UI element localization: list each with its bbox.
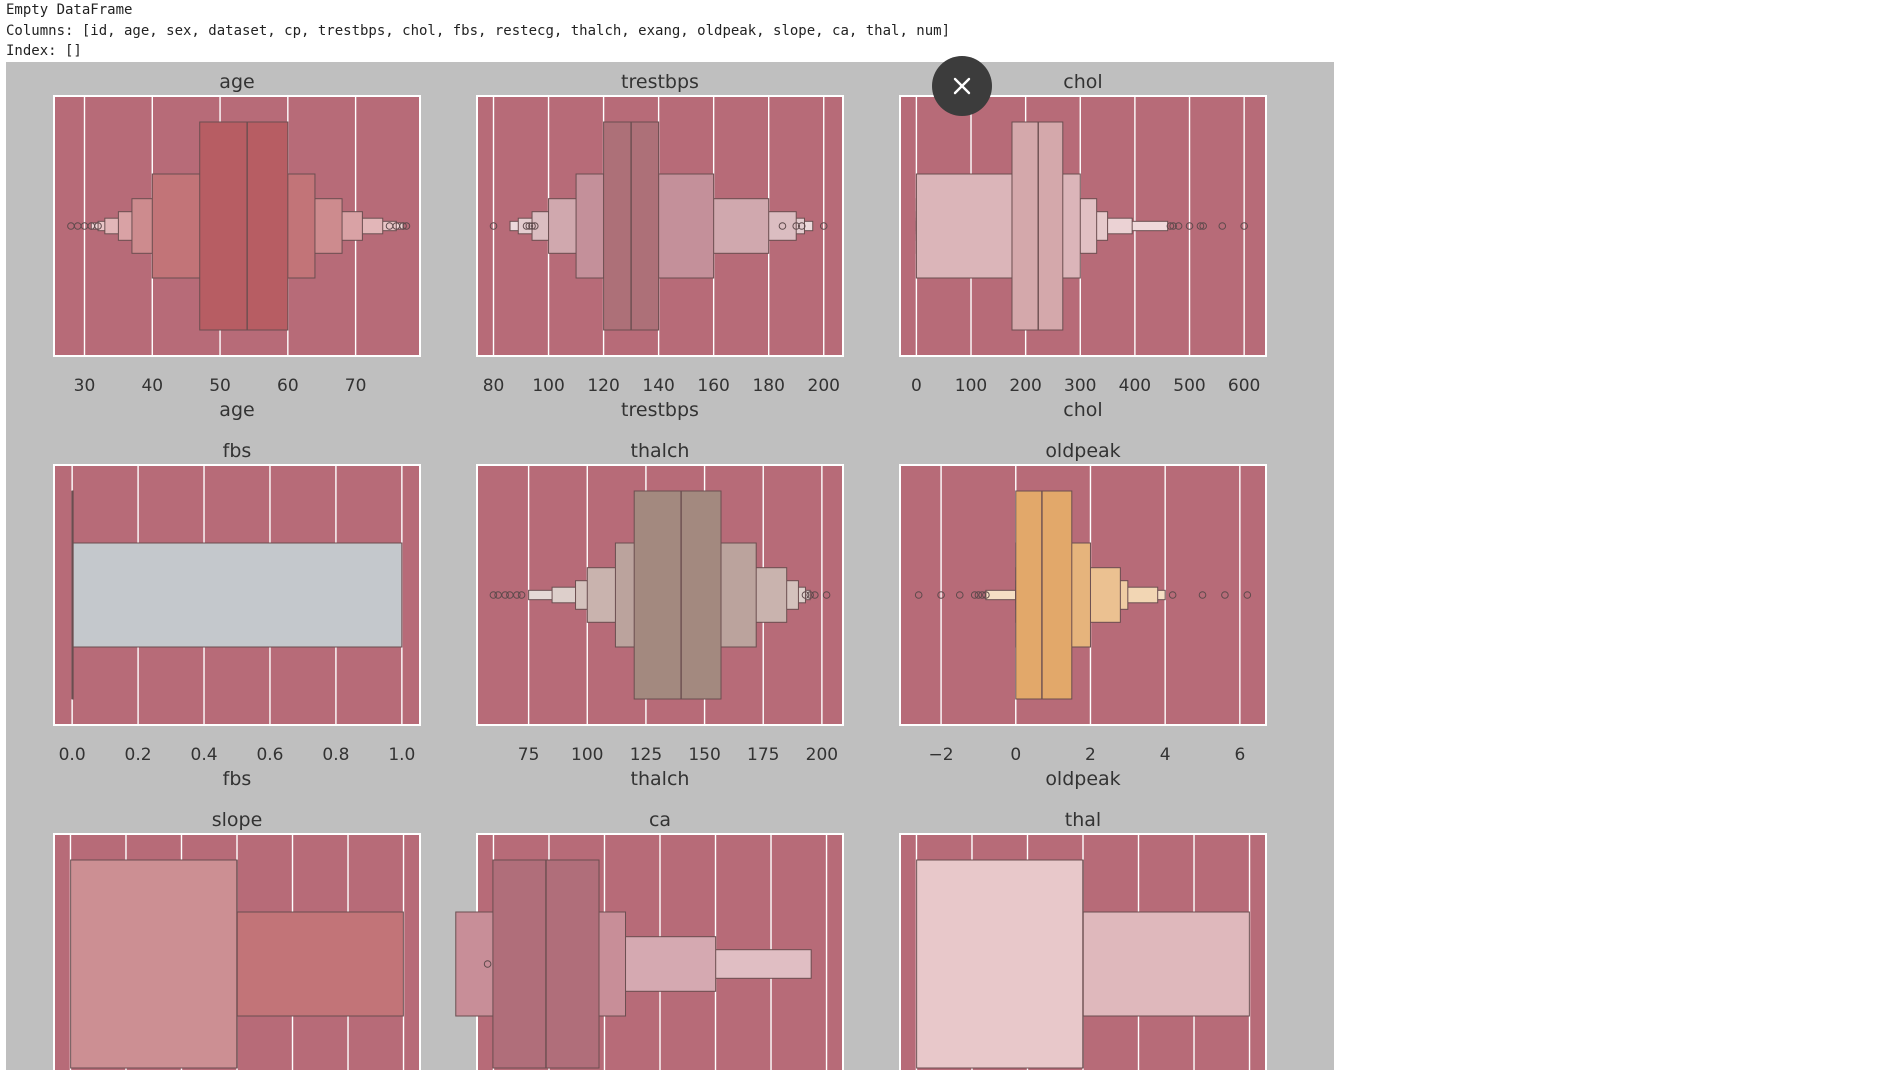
axis-label: thalch <box>631 768 690 790</box>
tick-label: 60 <box>277 376 299 396</box>
close-button[interactable] <box>932 56 992 116</box>
tick-label: 1.0 <box>388 745 415 765</box>
boxen-box <box>1082 911 1250 1017</box>
figure: age 30 40 50 60 70 age trestbps 80 100 120 140 160 18… <box>6 62 1334 1070</box>
subplot-title: oldpeak <box>1045 440 1120 462</box>
subplot-title: fbs <box>223 440 252 462</box>
subplot-age: age 30 40 50 60 70 age <box>53 71 421 421</box>
tick-label: 40 <box>141 376 163 396</box>
boxen-plot-grid: age30 40 50 60 70agetrestbps80 100 120 140 160 18… <box>53 71 1267 1070</box>
subplot-title: ca <box>649 809 671 831</box>
axis-label: chol <box>1063 399 1102 421</box>
tick-label: 100 <box>571 745 603 765</box>
console-output: Empty DataFrame Columns: [id, age, sex, d… <box>6 0 950 62</box>
axis-label: trestbps <box>621 399 699 421</box>
tick-label: 0.6 <box>256 745 283 765</box>
tick-label: 300 <box>1064 376 1096 396</box>
boxen-box <box>70 859 238 1069</box>
subplot-slope: slope <box>53 809 421 1070</box>
tick-label: 140 <box>642 376 674 396</box>
tick-label: 0.2 <box>125 745 152 765</box>
subplot-title: chol <box>1063 71 1102 93</box>
subplot-oldpeak: oldpeak −2 0 2 4 6 oldpeak <box>899 440 1267 790</box>
boxen-box <box>1011 121 1064 331</box>
subplot-thal: thal <box>899 809 1267 1070</box>
axis-label: fbs <box>223 768 252 790</box>
boxen-box <box>236 911 404 1017</box>
tick-label: 6 <box>1234 745 1245 765</box>
axis-label: age <box>219 399 254 421</box>
boxen-box <box>71 542 403 648</box>
subplot-ca: ca <box>455 809 844 1070</box>
console-line: Index: [] <box>6 43 82 59</box>
boxen-box <box>199 121 289 331</box>
tick-label: 0.4 <box>191 745 218 765</box>
subplot-title: slope <box>212 809 263 831</box>
tick-label: 600 <box>1228 376 1260 396</box>
tick-label: 2 <box>1085 745 1096 765</box>
subplot-fbs: fbs 0.0 0.2 0.4 0.6 0.8 1.0 fbs <box>53 440 421 790</box>
tick-label: 0.8 <box>322 745 349 765</box>
tick-label: 400 <box>1119 376 1151 396</box>
tick-label: 50 <box>209 376 231 396</box>
subplot-title: trestbps <box>621 71 699 93</box>
console-line: Columns: [id, age, sex, dataset, cp, tre… <box>6 22 951 39</box>
subplot-title: thal <box>1065 809 1101 831</box>
tick-label: 200 <box>808 376 840 396</box>
tick-label: 500 <box>1173 376 1205 396</box>
tick-label: 100 <box>955 376 987 396</box>
tick-label: 125 <box>630 745 662 765</box>
tick-label: 100 <box>532 376 564 396</box>
tick-label: 4 <box>1160 745 1171 765</box>
tick-label: 75 <box>518 745 540 765</box>
tick-label: 0.0 <box>59 745 86 765</box>
tick-label: 0 <box>1010 745 1021 765</box>
tick-label: 70 <box>345 376 367 396</box>
tick-label: 180 <box>752 376 784 396</box>
tick-label: 150 <box>688 745 720 765</box>
close-icon <box>953 77 971 95</box>
tick-label: 0 <box>911 376 922 396</box>
tick-label: 200 <box>806 745 838 765</box>
subplot-title: age <box>219 71 254 93</box>
subplot-title: thalch <box>631 440 690 462</box>
tick-label: −2 <box>929 745 954 765</box>
boxen-box <box>916 859 1084 1069</box>
tick-label: 175 <box>747 745 779 765</box>
tick-label: 30 <box>74 376 96 396</box>
boxen-box <box>1015 490 1073 700</box>
tick-label: 160 <box>697 376 729 396</box>
boxen-box <box>633 490 722 700</box>
tick-label: 120 <box>587 376 619 396</box>
tick-label: 200 <box>1009 376 1041 396</box>
tick-label: 80 <box>483 376 505 396</box>
subplot-chol: chol 0 100 200 300 400 500 600 chol <box>899 71 1267 421</box>
axis-label: oldpeak <box>1045 768 1120 790</box>
console-line: Empty DataFrame <box>6 2 133 18</box>
subplot-trestbps: trestbps 80 100 120 140 160 180 200 trestbps <box>476 71 844 421</box>
subplot-thalch: thalch 75 100 125 150 175 200 thalch <box>476 440 844 790</box>
